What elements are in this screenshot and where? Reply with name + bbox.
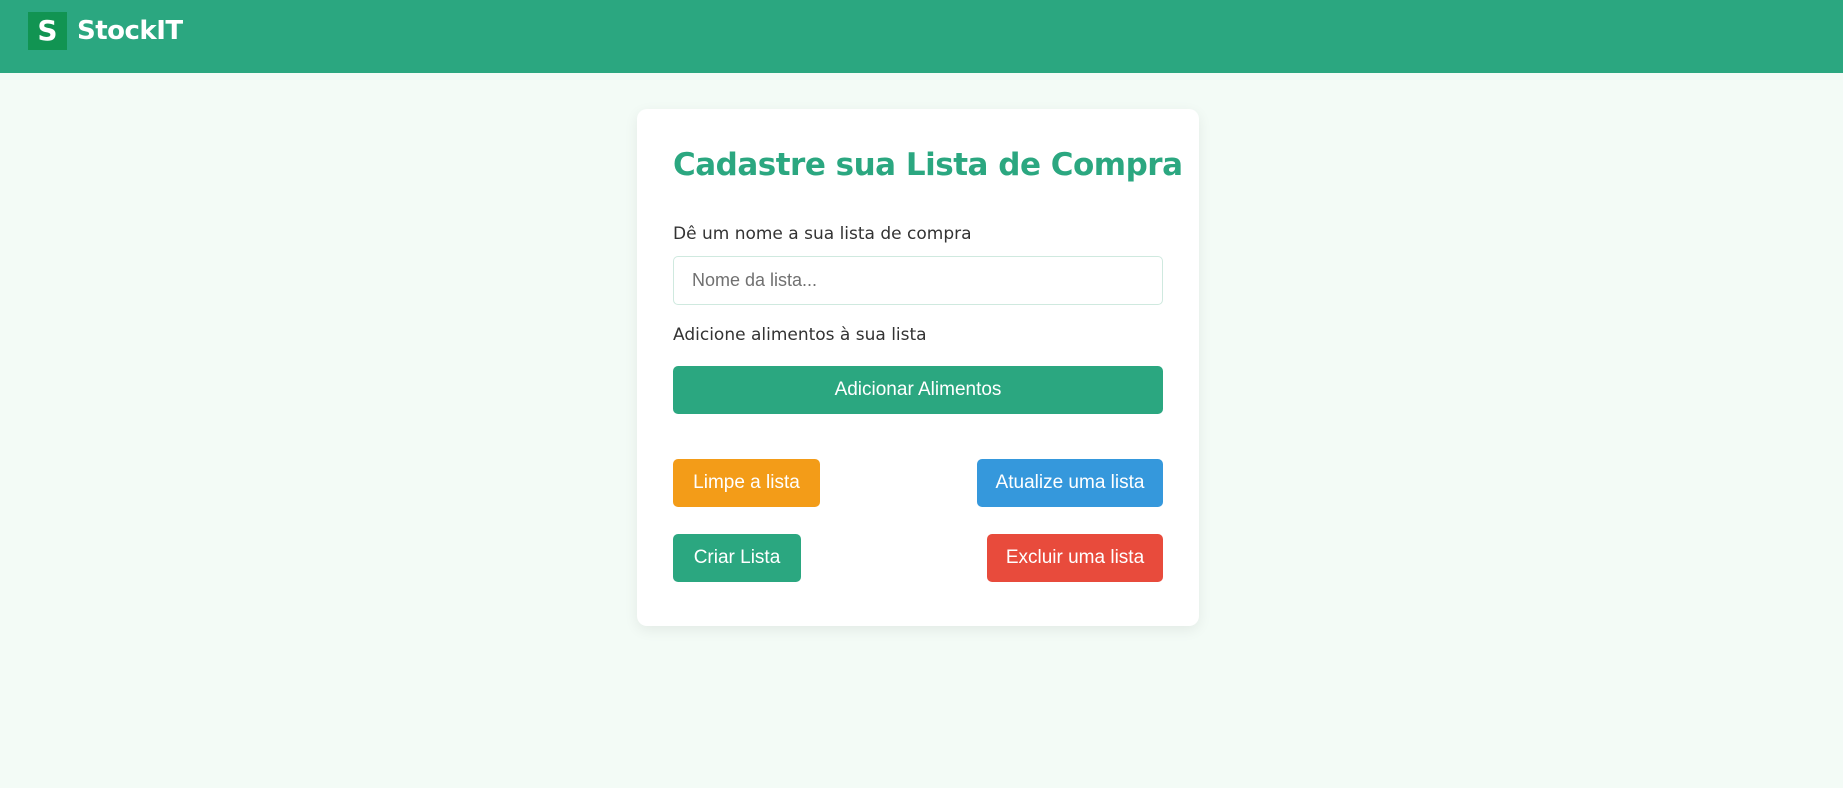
list-name-label: Dê um nome a sua lista de compra xyxy=(673,224,972,244)
brand[interactable]: S StockIT xyxy=(28,12,183,50)
clear-list-button[interactable]: Limpe a lista xyxy=(673,459,820,507)
list-name-input[interactable] xyxy=(673,256,1163,305)
shopping-list-form-card: Cadastre sua Lista de Compra Dê um nome … xyxy=(637,109,1199,626)
logo-icon: S xyxy=(28,12,67,50)
add-foods-button[interactable]: Adicionar Alimentos xyxy=(673,366,1163,414)
add-foods-label: Adicione alimentos à sua lista xyxy=(673,325,927,345)
delete-list-button[interactable]: Excluir uma lista xyxy=(987,534,1163,582)
page-title: Cadastre sua Lista de Compra xyxy=(673,147,1183,183)
update-list-button[interactable]: Atualize uma lista xyxy=(977,459,1163,507)
create-list-button[interactable]: Criar Lista xyxy=(673,534,801,582)
app-name: StockIT xyxy=(77,16,183,46)
top-navbar: S StockIT xyxy=(0,0,1843,73)
